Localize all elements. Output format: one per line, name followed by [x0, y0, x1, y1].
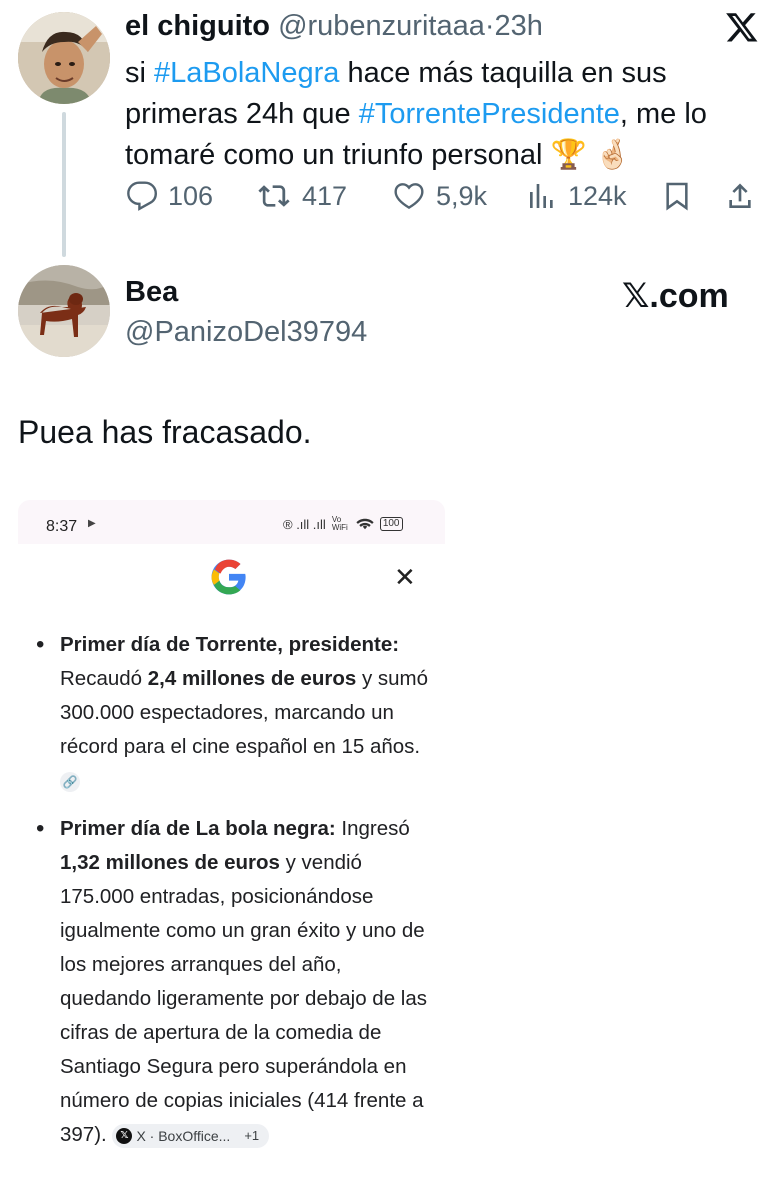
reply-author-handle[interactable]: @PanizoDel39794	[125, 316, 367, 349]
phone-status-bar: 8:37 ▶ ® .ıll .ıll Vo WiFi 100	[18, 500, 445, 544]
source-chip[interactable]: 𝕏X · BoxOffice... +1	[112, 1123, 270, 1148]
source-chip-more: +1	[244, 1127, 260, 1143]
header-separator: ·	[484, 10, 495, 42]
source-chip-label: X · BoxOffice...	[136, 1127, 231, 1144]
summary-bullet: Primer día de La bola negra: Ingresó 1,3…	[36, 812, 436, 1152]
status-icons: ® .ıll .ıll Vo WiFi 100	[283, 516, 403, 532]
bold-text: Primer día de La bola negra:	[60, 817, 336, 840]
repost-button[interactable]: 417	[256, 180, 347, 212]
hashtag-link[interactable]: #LaBolaNegra	[154, 57, 339, 89]
plain-text: Ingresó	[335, 817, 410, 840]
reply-icon	[127, 181, 158, 211]
bold-text: 2,4 millones de euros	[147, 667, 357, 690]
battery-icon: 100	[379, 517, 403, 531]
google-logo-icon	[211, 559, 246, 595]
attached-image[interactable]: 8:37 ▶ ® .ıll .ıll Vo WiFi 100 ✕ Primer …	[18, 500, 445, 1200]
repost-count: 417	[302, 180, 348, 211]
share-button[interactable]	[724, 180, 756, 212]
bold-text: 1,32 millones de euros	[60, 851, 280, 874]
summary-bullet: Primer día de Torrente, presidente: Reca…	[36, 628, 436, 798]
plain-text: Recaudó	[60, 667, 148, 690]
x-com-watermark: 𝕏.com	[622, 277, 729, 315]
avatar[interactable]	[18, 12, 110, 104]
reply-count: 106	[168, 180, 214, 211]
tweet-timestamp[interactable]: 23h	[495, 10, 543, 42]
avatar[interactable]	[18, 265, 110, 357]
like-count: 5,9k	[436, 180, 488, 211]
bookmark-icon	[666, 182, 688, 211]
reply-button[interactable]: 106	[126, 180, 213, 212]
reply-text: Puea has fracasado.	[18, 414, 312, 450]
tweet-header: el chiguito @rubenzuritaaa·23h	[125, 10, 543, 43]
close-icon[interactable]: ✕	[394, 564, 416, 590]
tweet-actions-bar: 106 417 5,9k 124k	[0, 180, 779, 224]
share-icon	[729, 183, 751, 208]
hashtag-link[interactable]: #TorrentePresidente	[359, 98, 620, 130]
like-icon	[394, 183, 424, 209]
source-link-icon[interactable]: 🔗	[60, 771, 80, 792]
signal-icon: ® .ıll .ıll	[283, 516, 326, 532]
views-count: 124k	[568, 180, 627, 211]
bookmark-button[interactable]	[661, 180, 693, 212]
media-playing-icon: ▶	[88, 518, 96, 529]
ai-summary-list: Primer día de Torrente, presidente: Reca…	[36, 628, 436, 1166]
author-handle[interactable]: @rubenzuritaaa	[278, 10, 485, 42]
plain-text: y vendió 175.000 entradas, posicionándos…	[60, 851, 427, 1146]
bold-text: Primer día de Torrente, presidente:	[60, 633, 400, 656]
tweet-text-segment: si	[125, 57, 154, 89]
status-time: 8:37	[46, 518, 78, 535]
avatar-photo	[18, 265, 110, 357]
x-logo-icon[interactable]	[724, 10, 760, 44]
views-icon	[530, 184, 553, 208]
avatar-photo	[18, 12, 110, 104]
vowifi-label: Vo WiFi	[331, 515, 348, 532]
reply-author-name[interactable]: Bea	[125, 276, 178, 309]
wifi-icon	[356, 518, 374, 530]
tweet-text: si #LaBolaNegra hace más taquilla en sus…	[125, 53, 765, 176]
like-button[interactable]: 5,9k	[392, 180, 487, 212]
x-logo-icon: 𝕏	[116, 1127, 133, 1144]
repost-icon	[258, 185, 290, 207]
views-button[interactable]: 124k	[526, 180, 627, 212]
author-name[interactable]: el chiguito	[125, 10, 270, 42]
